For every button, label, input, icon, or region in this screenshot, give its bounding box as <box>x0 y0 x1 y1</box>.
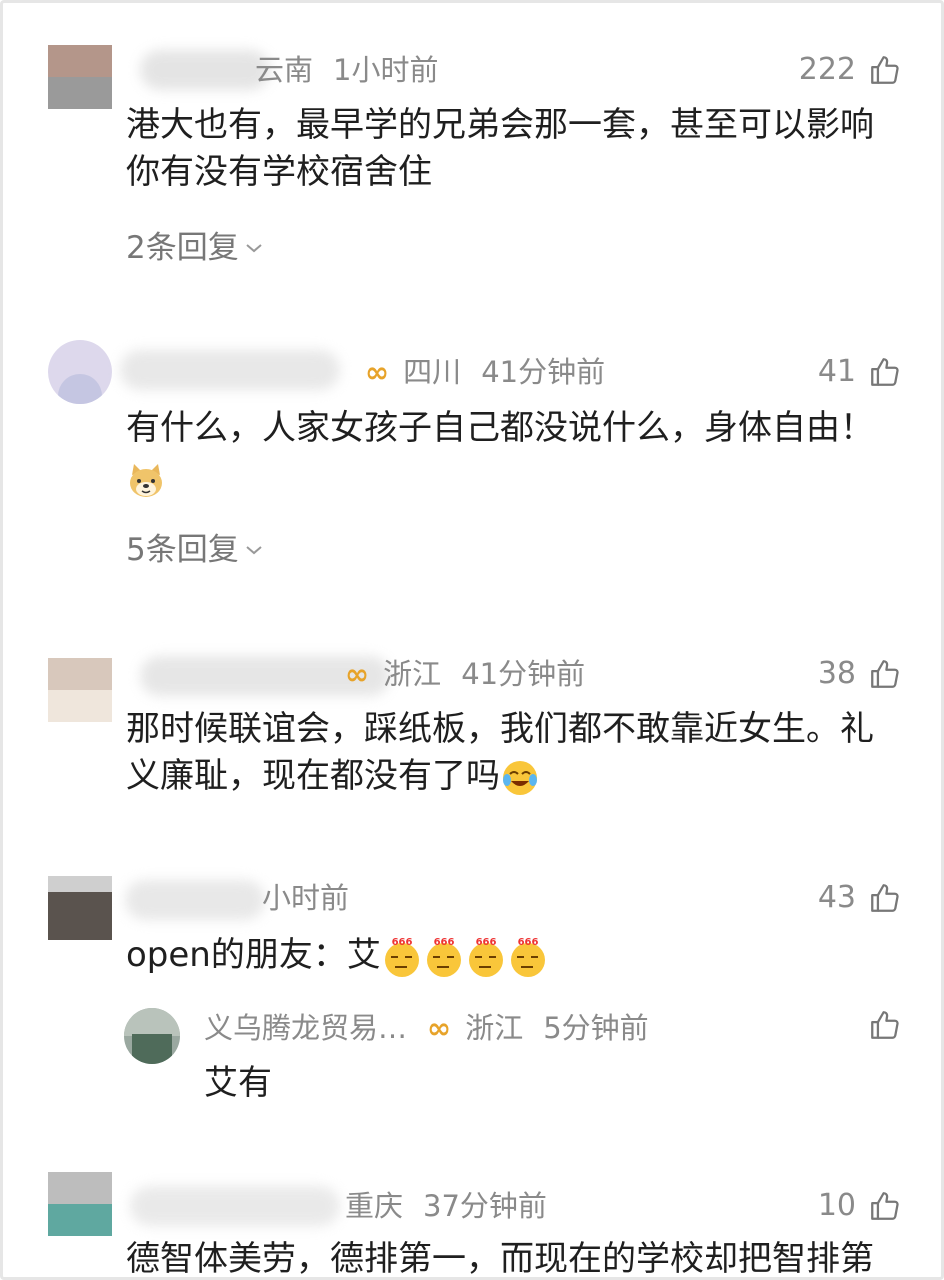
reply-username[interactable]: 义乌腾龙贸易… <box>204 1011 407 1045</box>
svg-text:666: 666 <box>433 937 454 948</box>
svg-text:666: 666 <box>517 937 538 948</box>
replies-label: 5条回复 <box>126 532 239 568</box>
thumbs-up-icon <box>871 1011 899 1039</box>
svg-text:666: 666 <box>475 937 496 948</box>
reply-avatar[interactable] <box>124 1008 180 1064</box>
avatar[interactable] <box>48 658 112 722</box>
infinity-badge-icon: ∞ <box>345 657 370 691</box>
like-count: 222 <box>798 52 856 87</box>
thumbs-up-icon <box>871 660 899 688</box>
comment-text: 有什么，人家女孩子自己都没说什么，身体自由！ <box>126 405 916 503</box>
chevron-down-icon <box>246 546 262 555</box>
like-button[interactable]: 222 <box>799 50 902 90</box>
svg-text:666: 666 <box>391 937 412 948</box>
thumbs-up-icon <box>871 358 899 386</box>
reply-meta: 义乌腾龙贸易… ∞ 浙江 5分钟前 <box>204 1008 649 1048</box>
location-text: 浙江 <box>383 657 442 691</box>
comment-line: 有什么，人家女孩子自己都没说什么，身体自由！ <box>126 408 874 448</box>
reply-like-button[interactable] <box>868 1008 902 1042</box>
comment-line: 港大也有，最早学的兄弟会那一套，甚至可以影响 <box>126 105 874 145</box>
like-count: 10 <box>817 1188 856 1223</box>
thumbs-up-icon <box>871 1192 899 1220</box>
comment-meta: ∞ 四川 41分钟前 <box>365 352 605 392</box>
view-replies-button[interactable]: 2条回复 <box>126 228 263 268</box>
like-count: 41 <box>817 354 856 389</box>
like-count: 38 <box>817 656 856 691</box>
comment-text: 德智体美劳，德排第一，而现在的学校却把智排第 <box>126 1236 916 1280</box>
like-button[interactable]: 10 <box>818 1186 902 1226</box>
chevron-down-icon <box>246 244 262 253</box>
location-text: 四川 <box>403 355 462 389</box>
comment-line: 义廉耻，现在都没有了吗 <box>126 756 500 796</box>
comment-meta: 重庆 37分钟前 <box>345 1186 547 1226</box>
time-text: 小时前 <box>262 881 350 915</box>
view-replies-button[interactable]: 5条回复 <box>126 530 263 570</box>
infinity-badge-icon: ∞ <box>365 355 390 389</box>
comment-text: 港大也有，最早学的兄弟会那一套，甚至可以影响 你有没有学校宿舍住 <box>126 102 916 196</box>
comment-meta: 小时前 <box>262 878 349 918</box>
avatar[interactable] <box>48 340 112 404</box>
comment-line: 那时候联谊会，踩纸板，我们都不敢靠近女生。礼 <box>126 709 874 749</box>
infinity-badge-icon: ∞ <box>427 1011 452 1045</box>
time-text: 37分钟前 <box>423 1189 547 1223</box>
username-blurred[interactable] <box>130 1186 340 1226</box>
time-text: 41分钟前 <box>481 355 606 389</box>
thumbs-up-icon <box>871 56 899 84</box>
comment-line: 德智体美劳，德排第一，而现在的学校却把智排第 <box>126 1239 874 1279</box>
avatar[interactable] <box>48 876 112 940</box>
time-text: 41分钟前 <box>461 657 586 691</box>
location-text: 云南 <box>255 53 314 87</box>
avatar[interactable] <box>48 1172 112 1236</box>
like-count: 43 <box>817 880 856 915</box>
comment-text: 那时候联谊会，踩纸板，我们都不敢靠近女生。礼 义廉耻，现在都没有了吗 <box>126 706 916 800</box>
thumbs-up-icon <box>871 884 899 912</box>
location-text: 重庆 <box>345 1189 404 1223</box>
replies-label: 2条回复 <box>126 230 239 266</box>
like-button[interactable]: 43 <box>818 878 902 918</box>
comment-text: open的朋友：艾 666 666 666 666 <box>126 932 916 979</box>
laugh-cry-emoji-icon <box>503 760 537 795</box>
location-text: 浙江 <box>465 1011 524 1045</box>
comment-meta: ∞ 浙江 41分钟前 <box>345 654 585 694</box>
reply-text: 艾有 <box>204 1063 272 1103</box>
time-text: 5分钟前 <box>543 1011 649 1045</box>
666-thinking-emoji-icon: 666 666 666 666 <box>384 937 545 977</box>
like-button[interactable]: 38 <box>818 654 902 694</box>
comment-line: 你有没有学校宿舍住 <box>126 152 432 192</box>
doge-emoji-icon <box>130 463 162 497</box>
username-blurred[interactable] <box>140 50 270 90</box>
comment-meta: 云南 1小时前 <box>255 50 438 90</box>
time-text: 1小时前 <box>333 53 439 87</box>
comment-line: open的朋友：艾 <box>126 935 381 975</box>
avatar[interactable] <box>48 45 112 109</box>
username-blurred[interactable] <box>125 880 265 920</box>
username-blurred[interactable] <box>120 350 340 390</box>
like-button[interactable]: 41 <box>818 352 902 392</box>
